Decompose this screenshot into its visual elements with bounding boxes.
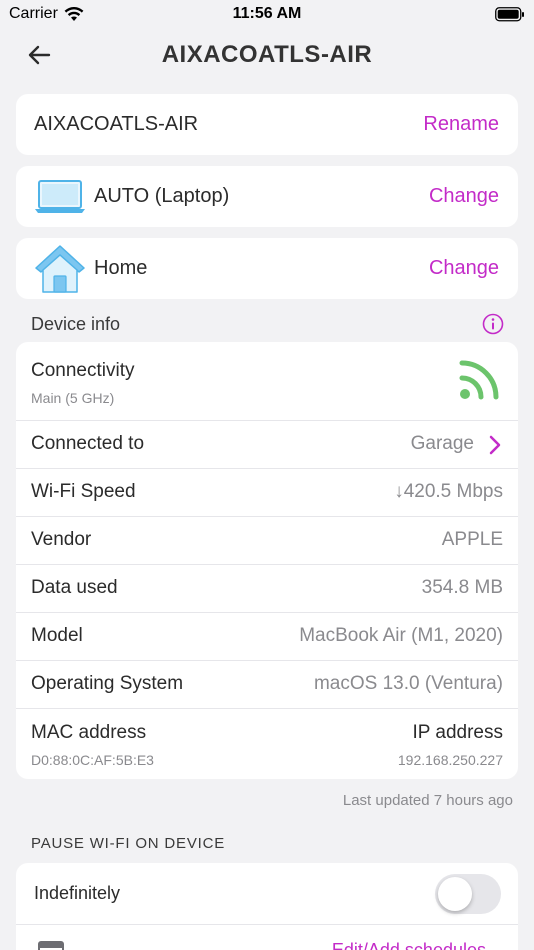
- vendor-label: Vendor: [31, 529, 92, 550]
- os-label: Operating System: [31, 673, 184, 694]
- change-type-button[interactable]: Change: [429, 185, 499, 208]
- change-group-button[interactable]: Change: [429, 257, 499, 280]
- os-value: macOS 13.0 (Ventura): [313, 673, 503, 694]
- wifi-speed-value: ↓420.5 Mbps: [394, 481, 503, 502]
- edit-schedules-button[interactable]: Edit/Add schedules: [332, 940, 486, 950]
- vendor-value: APPLE: [441, 529, 503, 550]
- status-bar: Carrier 11:56 AM: [0, 0, 534, 30]
- info-icon[interactable]: [482, 313, 504, 340]
- model-label: Model: [31, 625, 83, 646]
- connected-to-value: Garage: [410, 433, 474, 454]
- os-row: Operating System macOS 13.0 (Ventura): [16, 661, 518, 709]
- device-group-label: Home: [94, 257, 148, 279]
- last-updated-text: Last updated 7 hours ago: [342, 792, 513, 809]
- connected-to-row[interactable]: Connected to Garage: [16, 421, 518, 469]
- pause-indefinitely-toggle[interactable]: [435, 874, 501, 914]
- data-used-label: Data used: [31, 577, 118, 598]
- pause-wifi-heading: PAUSE WI-FI ON DEVICE: [31, 835, 226, 852]
- device-group-card: Home Change: [16, 238, 518, 299]
- device-type-label: AUTO (Laptop): [94, 185, 230, 207]
- connected-to-label: Connected to: [31, 433, 145, 454]
- wifi-speed-label: Wi-Fi Speed: [31, 481, 136, 502]
- house-icon: [35, 244, 85, 293]
- device-type-card: AUTO (Laptop) Change: [16, 166, 518, 227]
- device-name: AIXACOATLS-AIR: [34, 113, 199, 135]
- device-info-heading: Device info: [31, 314, 121, 334]
- pause-wifi-card: Indefinitely Edit/Add schedules: [16, 863, 518, 950]
- connectivity-label: Connectivity: [31, 360, 135, 381]
- laptop-icon: [35, 179, 85, 213]
- page-title: AIXACOATLS-AIR: [161, 41, 373, 68]
- status-time: 11:56 AM: [232, 5, 302, 22]
- wifi-speed-row: Wi-Fi Speed ↓420.5 Mbps: [16, 469, 518, 517]
- ip-address-label: IP address: [412, 722, 503, 743]
- mac-address-label: MAC address: [31, 722, 147, 743]
- toggle-knob: [438, 877, 472, 911]
- model-row: Model MacBook Air (M1, 2020): [16, 613, 518, 661]
- connectivity-band: Main (5 GHz): [31, 390, 115, 406]
- device-name-card: AIXACOATLS-AIR Rename: [16, 94, 518, 155]
- rename-button[interactable]: Rename: [423, 113, 499, 136]
- vendor-row: Vendor APPLE: [16, 517, 518, 565]
- device-info-card: Connectivity Main (5 GHz) Connected to G…: [16, 342, 518, 779]
- mac-address-value: D0:88:0C:AF:5B:E3: [31, 752, 154, 768]
- data-used-row: Data used 354.8 MB: [16, 565, 518, 613]
- data-used-value: 354.8 MB: [421, 577, 503, 598]
- navigation-bar: AIXACOATLS-AIR: [0, 30, 534, 80]
- address-row: MAC address D0:88:0C:AF:5B:E3 IP address…: [16, 709, 518, 779]
- indefinitely-label: Indefinitely: [34, 883, 121, 903]
- schedule-row: Edit/Add schedules: [16, 925, 518, 950]
- pause-indefinitely-row: Indefinitely: [16, 863, 518, 925]
- ip-address-value: 192.168.250.227: [397, 752, 503, 768]
- wifi-signal-icon: [459, 360, 499, 400]
- chevron-right-icon: [489, 435, 501, 455]
- calendar-icon: [38, 941, 64, 950]
- model-value: MacBook Air (M1, 2020): [299, 625, 503, 646]
- connectivity-row: Connectivity Main (5 GHz): [16, 342, 518, 421]
- battery-icon: [495, 7, 525, 27]
